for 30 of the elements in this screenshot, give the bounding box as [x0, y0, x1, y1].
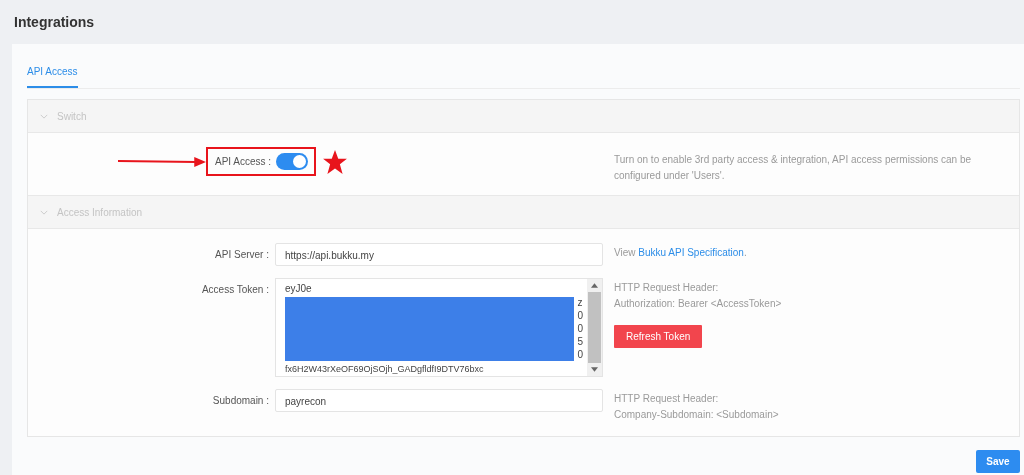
- input-field[interactable]: payrecon: [275, 389, 603, 412]
- input-field[interactable]: https://api.bukku.my: [275, 243, 603, 266]
- switch-label: API Access :: [215, 156, 272, 167]
- help-text: HTTP Request Header: Company-Subdomain: <Subdomain>: [614, 392, 779, 422]
- help-text: View Bukku API Specification.: [614, 246, 747, 260]
- token-text: fx6H2W43rXeOF69OjSOjh_GADgfldfI9DTV76bxc: [285, 364, 484, 375]
- token-text: eyJ0e: [285, 283, 313, 294]
- save-button[interactable]: Save: [976, 450, 1020, 473]
- field-label: API Server :: [214, 248, 269, 260]
- tab[interactable]: API Access: [27, 60, 78, 88]
- field-label: Subdomain :: [211, 394, 269, 406]
- scrollbar[interactable]: [587, 279, 602, 376]
- scroll-up-icon[interactable]: [591, 283, 598, 288]
- token-textarea[interactable]: eyJ0e z 0 0 5 0 fx6H2W43rXeOF69OjSOjh_GADgfldfI9DTV76bxc: [275, 278, 603, 377]
- help-text: Turn on to enable 3rd party access & integration, API access permissions can be configured under 'Users'.: [614, 153, 973, 183]
- toggle-switch[interactable]: [276, 153, 309, 170]
- help-text: HTTP Request Header: Authorization: Bearer <AccessToken>: [614, 281, 782, 311]
- scroll-down-icon[interactable]: [591, 367, 598, 372]
- token-text: 0: [577, 349, 583, 361]
- chevron-icon: [40, 113, 48, 119]
- field-label: Access Token :: [200, 283, 269, 295]
- token-text: 0: [577, 310, 583, 322]
- refresh-token-button[interactable]: Refresh Token: [614, 325, 703, 348]
- token-text: 5: [577, 336, 583, 348]
- chevron-icon: [40, 209, 48, 215]
- page-title: Integrations: [14, 14, 95, 30]
- token-text: 0: [577, 323, 583, 335]
- token-text: z: [577, 297, 583, 309]
- spec-link[interactable]: Bukku API Specification: [638, 247, 744, 258]
- star-icon: [322, 148, 349, 175]
